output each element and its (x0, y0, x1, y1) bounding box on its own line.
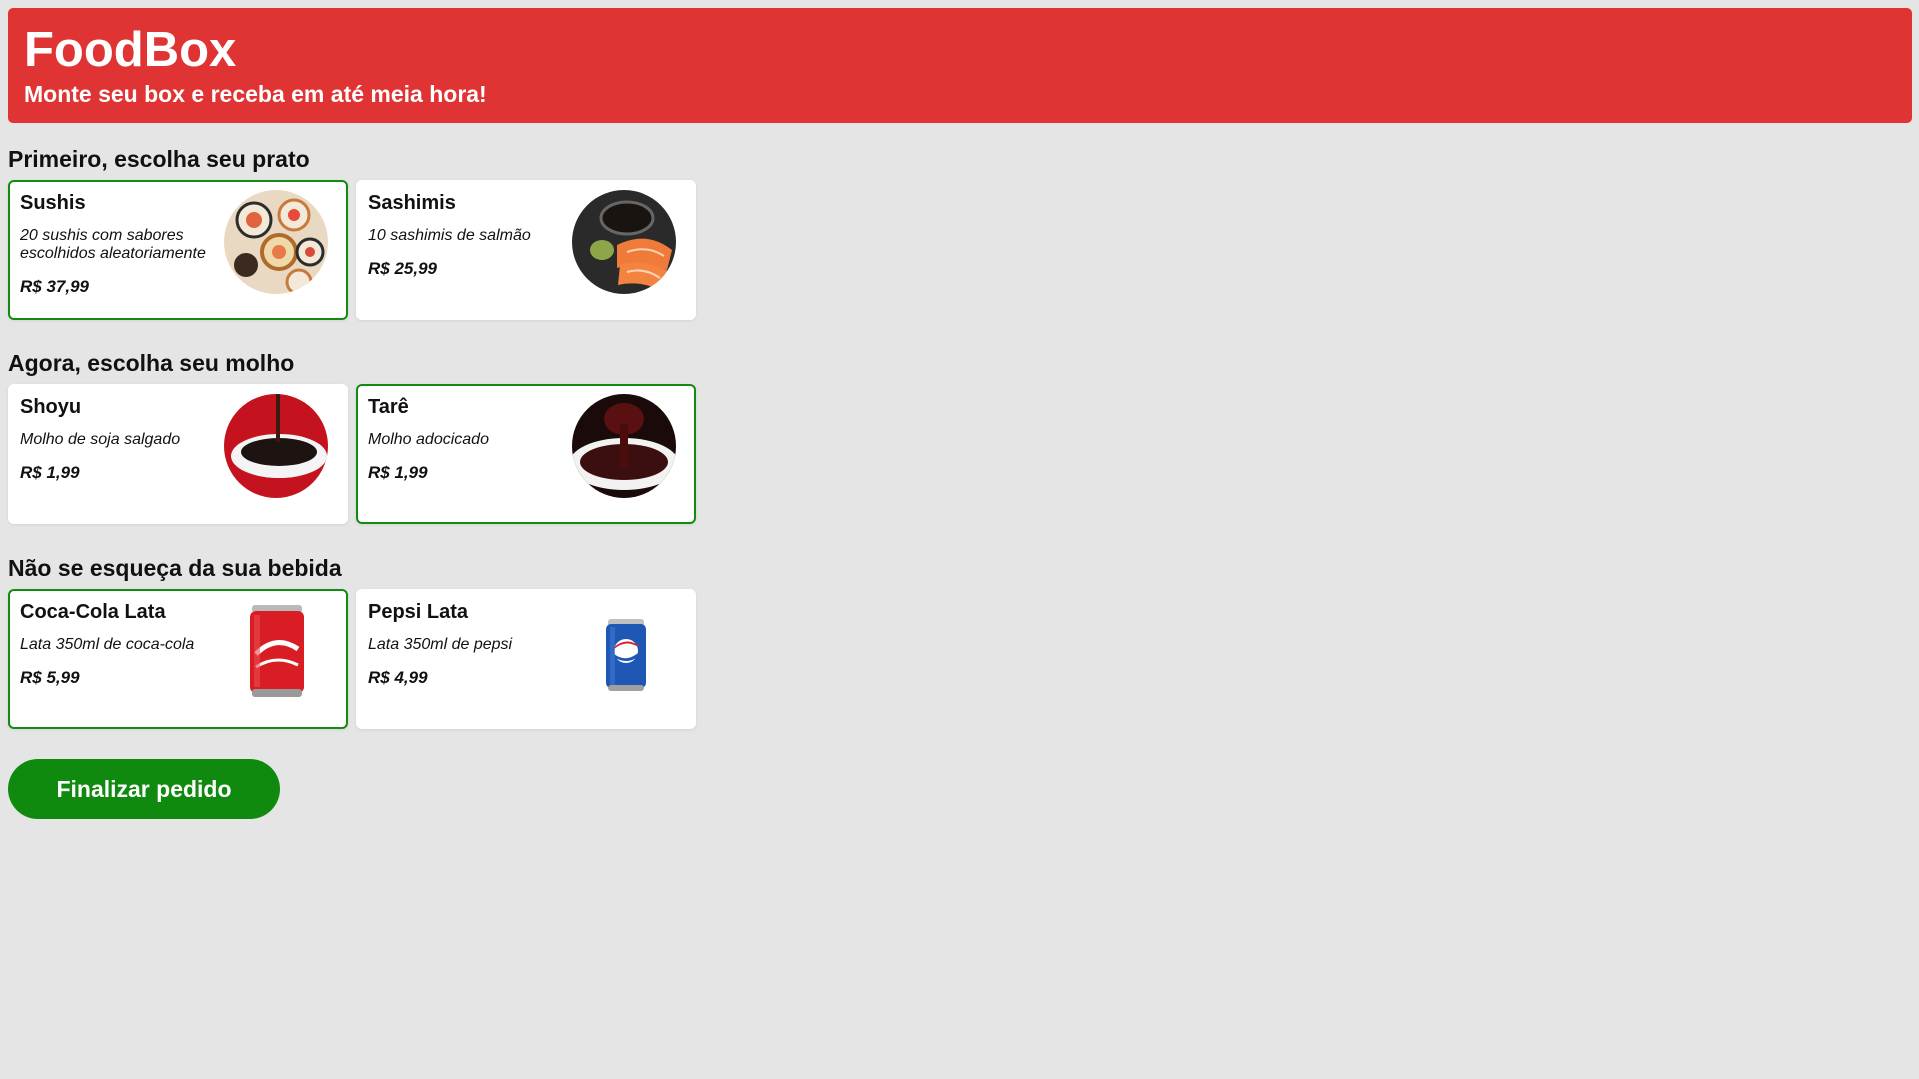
dish-options: Sushis 20 sushis com sabores escolhidos … (8, 180, 696, 320)
shoyu-image (224, 394, 328, 498)
coca-cola-can-image (224, 599, 328, 703)
section-title-dish: Primeiro, escolha seu prato (8, 146, 310, 172)
option-description: Lata 350ml de pepsi (368, 636, 513, 653)
option-card-pepsi[interactable]: Pepsi Lata Lata 350ml de pepsi R$ 4,99 (356, 589, 696, 729)
option-card-sashimis[interactable]: Sashimis 10 sashimis de salmão R$ 25,99 (356, 180, 696, 320)
section-title-drink: Não se esqueça da sua bebida (8, 555, 342, 581)
option-card-coca-cola[interactable]: Coca-Cola Lata Lata 350ml de coca-cola R… (8, 589, 348, 729)
sushi-image (224, 190, 328, 294)
option-description: 20 sushis com sabores escolhidos aleator… (20, 227, 206, 262)
app-header: FoodBox Monte seu box e receba em até me… (8, 8, 1912, 123)
option-card-sushis[interactable]: Sushis 20 sushis com sabores escolhidos … (8, 180, 348, 320)
pepsi-can-image (572, 599, 676, 703)
app-title: FoodBox (24, 23, 237, 77)
option-description: Molho adocicado (368, 431, 489, 448)
section-title-sauce: Agora, escolha seu molho (8, 350, 295, 376)
option-description: Lata 350ml de coca-cola (20, 636, 195, 653)
option-card-tare[interactable]: Tarê Molho adocicado R$ 1,99 (356, 384, 696, 524)
tare-image (572, 394, 676, 498)
app-subtitle: Monte seu box e receba em até meia hora! (24, 81, 487, 107)
option-description: 10 sashimis de salmão (368, 227, 531, 244)
sauce-options: Shoyu Molho de soja salgado R$ 1,99 Tarê… (8, 384, 696, 524)
sashimi-image (572, 190, 676, 294)
drink-options: Coca-Cola Lata Lata 350ml de coca-cola R… (8, 589, 696, 729)
option-card-shoyu[interactable]: Shoyu Molho de soja salgado R$ 1,99 (8, 384, 348, 524)
option-description: Molho de soja salgado (20, 431, 181, 448)
finish-order-button[interactable]: Finalizar pedido (8, 759, 280, 819)
